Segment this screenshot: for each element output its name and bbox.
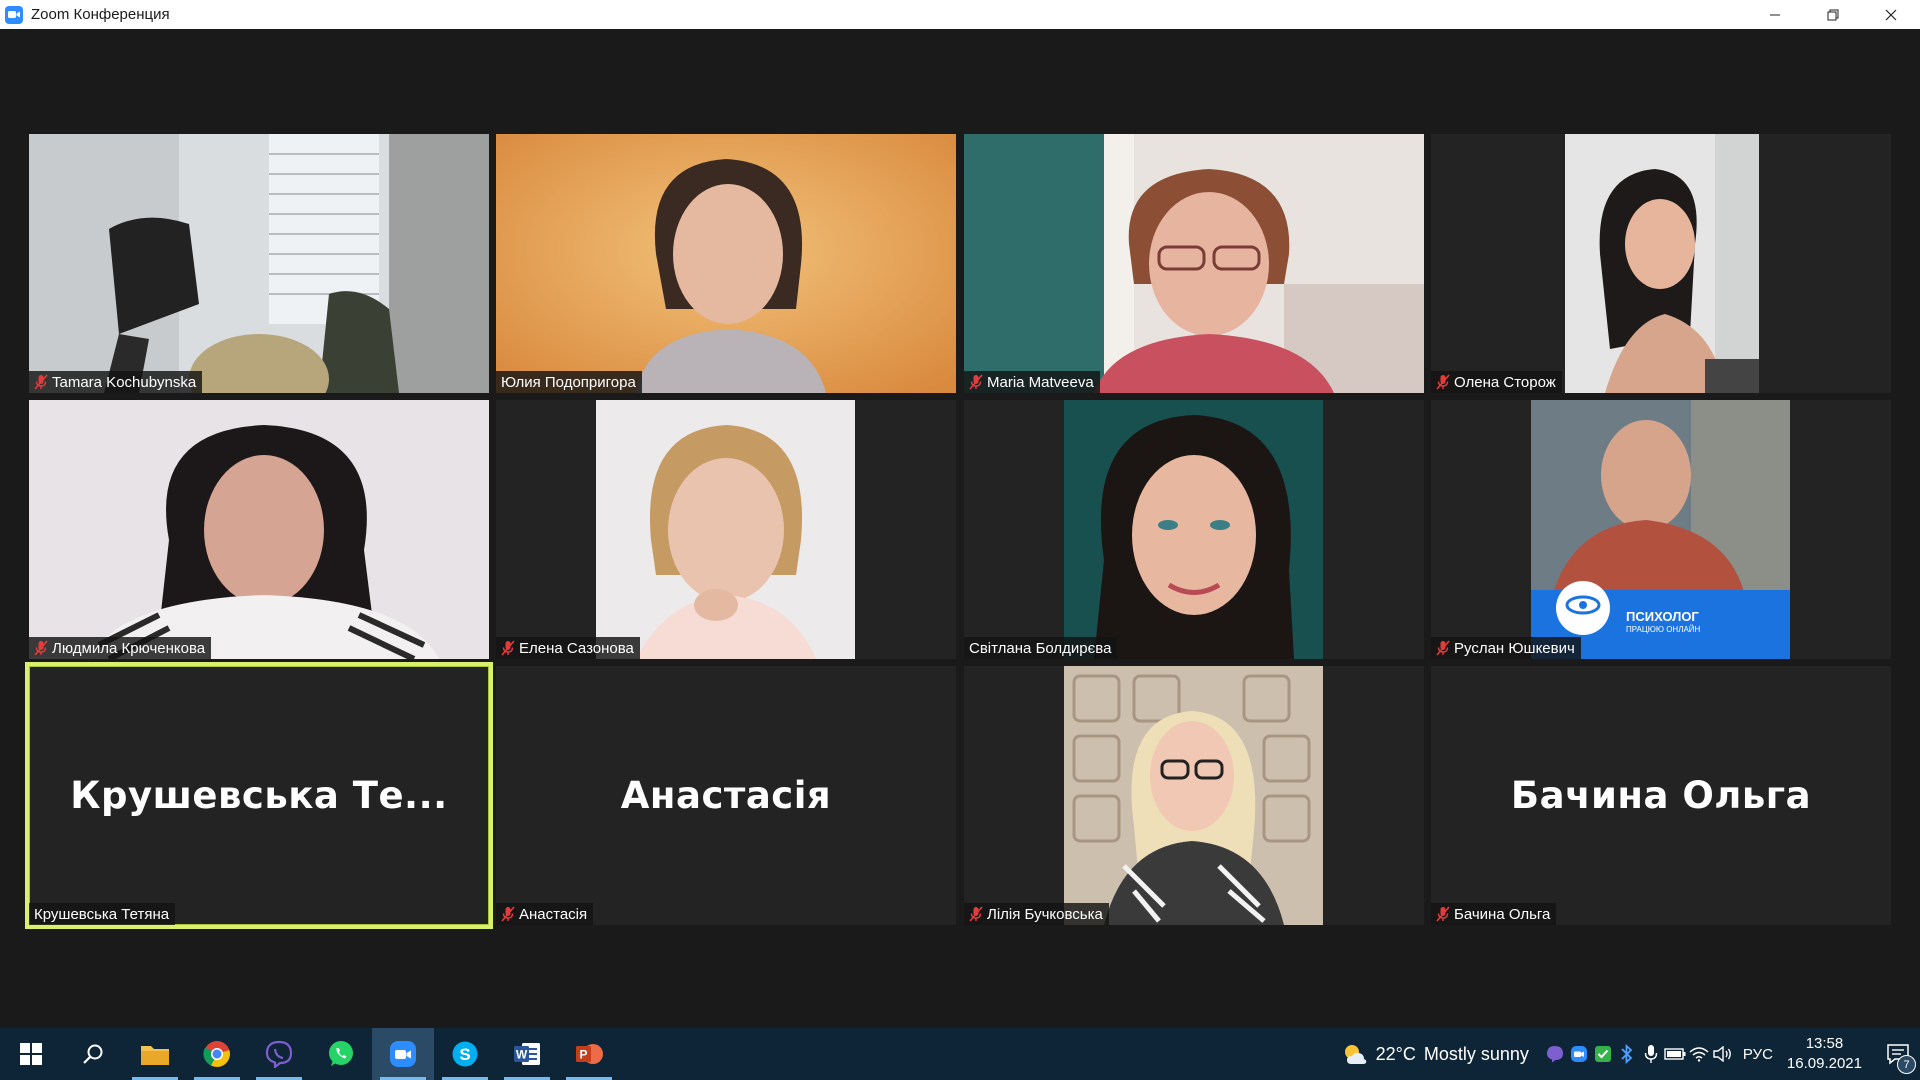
skype-icon[interactable]: S xyxy=(434,1028,496,1080)
volume-icon[interactable] xyxy=(1711,1028,1735,1080)
muted-microphone-icon xyxy=(501,906,515,922)
restore-button[interactable] xyxy=(1804,0,1862,29)
participant-name: Бачина Ольга xyxy=(1454,905,1551,923)
participant-name: Людмила Крюченкова xyxy=(52,639,206,657)
participant-video: ПСИХОЛОГ ПРАЦЮЮ ОНЛАЙН xyxy=(1531,400,1790,659)
participant-name: Анастасія xyxy=(519,905,588,923)
participant-video xyxy=(964,134,1424,393)
svg-text:S: S xyxy=(459,1045,470,1064)
participant-name-tag: Світлана Болдирєва xyxy=(964,637,1118,659)
weather-widget[interactable]: 22°C Mostly sunny xyxy=(1342,1042,1529,1066)
battery-icon[interactable] xyxy=(1663,1028,1687,1080)
muted-microphone-icon xyxy=(1436,374,1450,390)
participant-tile[interactable]: Юлия Подопригора xyxy=(496,134,956,393)
participant-video xyxy=(596,400,855,659)
participant-name: Крушевська Тетяна xyxy=(34,905,170,923)
title-bar: Zoom Конференция xyxy=(0,0,1920,29)
file-explorer-icon[interactable] xyxy=(124,1028,186,1080)
muted-microphone-icon xyxy=(1436,906,1450,922)
participant-display-name: Крушевська Те... xyxy=(70,774,448,817)
participant-tile[interactable]: Олена Сторож xyxy=(1431,134,1891,393)
participant-name: Tamara Kochubynska xyxy=(52,373,197,391)
participant-video xyxy=(1565,134,1759,393)
participant-name: Елена Сазонова xyxy=(519,639,634,657)
input-language[interactable]: РУС xyxy=(1743,1046,1773,1063)
powerpoint-icon[interactable]: P xyxy=(558,1028,620,1080)
muted-microphone-icon xyxy=(34,640,48,656)
system-tray: 22°C Mostly sunny РУС 13:58 16.09.2021 7 xyxy=(1342,1028,1920,1080)
windows-taskbar: S W P 22°C Mostly sunny РУС 13:58 16.09.… xyxy=(0,1028,1920,1080)
participant-name-tag: Лілія Бучковська xyxy=(964,903,1109,925)
banner-title: ПСИХОЛОГ xyxy=(1626,609,1699,624)
bluetooth-icon[interactable] xyxy=(1615,1028,1639,1080)
notification-count-badge: 7 xyxy=(1897,1055,1916,1074)
participant-name: Світлана Болдирєва xyxy=(969,639,1112,657)
participant-display-name: Бачина Ольга xyxy=(1510,774,1812,817)
participant-tile[interactable]: Анастасія Анастасія xyxy=(496,666,956,925)
participant-name: Maria Matveeva xyxy=(987,373,1094,391)
participant-name-tag: Анастасія xyxy=(496,903,594,925)
participant-tile[interactable]: Людмила Крюченкова xyxy=(29,400,489,659)
participant-name-tag: Tamara Kochubynska xyxy=(29,371,203,393)
clock-time: 13:58 xyxy=(1805,1035,1844,1052)
clock-date: 16.09.2021 xyxy=(1786,1055,1862,1072)
participant-video xyxy=(1064,666,1323,925)
search-icon[interactable] xyxy=(62,1028,124,1080)
muted-microphone-icon xyxy=(34,374,48,390)
participant-name-tag: Олена Сторож xyxy=(1431,371,1562,393)
participant-video xyxy=(1064,400,1323,659)
participant-tile[interactable]: Світлана Болдирєва xyxy=(964,400,1424,659)
word-icon[interactable]: W xyxy=(496,1028,558,1080)
close-button[interactable] xyxy=(1862,0,1920,29)
viber-tray-icon[interactable] xyxy=(1543,1028,1567,1080)
windows-start-icon[interactable] xyxy=(0,1028,62,1080)
muted-microphone-icon xyxy=(1436,640,1450,656)
participant-name-tag: Maria Matveeva xyxy=(964,371,1100,393)
participant-tile[interactable]: Лілія Бучковська xyxy=(964,666,1424,925)
participant-tile[interactable]: Елена Сазонова xyxy=(496,400,956,659)
svg-text:P: P xyxy=(579,1048,587,1062)
participant-video xyxy=(29,134,489,393)
participant-tile[interactable]: ПСИХОЛОГ ПРАЦЮЮ ОНЛАЙН Руслан Юшкевич xyxy=(1431,400,1891,659)
zoom-app-icon xyxy=(5,5,23,24)
active-speaker-tile[interactable]: Крушевська Те... Крушевська Тетяна xyxy=(25,662,493,929)
gallery-view: Tamara Kochubynska Юлия Подопригора Mari… xyxy=(0,29,1920,1028)
chrome-icon[interactable] xyxy=(186,1028,248,1080)
zoom-tray-icon[interactable] xyxy=(1567,1028,1591,1080)
participant-tile[interactable]: Бачина Ольга Бачина Ольга xyxy=(1431,666,1891,925)
weather-condition: Mostly sunny xyxy=(1423,1043,1529,1064)
participant-name: Олена Сторож xyxy=(1454,373,1556,391)
participant-name-tag: Руслан Юшкевич xyxy=(1431,637,1581,659)
window-title: Zoom Конференция xyxy=(31,6,170,23)
viber-icon[interactable] xyxy=(248,1028,310,1080)
participant-name-tag: Крушевська Тетяна xyxy=(29,903,176,925)
participant-name: Юлия Подопригора xyxy=(501,373,636,391)
participant-video xyxy=(29,400,489,659)
participant-tile[interactable]: Maria Matveeva xyxy=(964,134,1424,393)
security-check-icon[interactable] xyxy=(1591,1028,1615,1080)
participant-tile[interactable]: Tamara Kochubynska xyxy=(29,134,489,393)
zoom-icon[interactable] xyxy=(372,1028,434,1080)
participant-name-tag: Елена Сазонова xyxy=(496,637,640,659)
minimize-button[interactable] xyxy=(1746,0,1804,29)
wifi-icon[interactable] xyxy=(1687,1028,1711,1080)
participant-name-tag: Бачина Ольга xyxy=(1431,903,1557,925)
svg-text:W: W xyxy=(516,1048,528,1062)
muted-microphone-icon xyxy=(501,640,515,656)
muted-microphone-icon xyxy=(969,374,983,390)
weather-temperature: 22°C xyxy=(1375,1043,1416,1064)
participant-name-tag: Людмила Крюченкова xyxy=(29,637,212,659)
notification-center-button[interactable]: 7 xyxy=(1876,1028,1920,1080)
microphone-icon[interactable] xyxy=(1639,1028,1663,1080)
participant-video xyxy=(496,134,956,393)
participant-name: Руслан Юшкевич xyxy=(1454,639,1575,657)
participant-display-name: Анастасія xyxy=(620,774,832,817)
participant-name: Лілія Бучковська xyxy=(987,905,1103,923)
system-clock[interactable]: 13:58 16.09.2021 xyxy=(1787,1034,1862,1074)
participant-name-tag: Юлия Подопригора xyxy=(496,371,642,393)
muted-microphone-icon xyxy=(969,906,983,922)
banner-subtitle: ПРАЦЮЮ ОНЛАЙН xyxy=(1626,625,1701,634)
whatsapp-icon[interactable] xyxy=(310,1028,372,1080)
partly-sunny-icon xyxy=(1344,1045,1366,1064)
